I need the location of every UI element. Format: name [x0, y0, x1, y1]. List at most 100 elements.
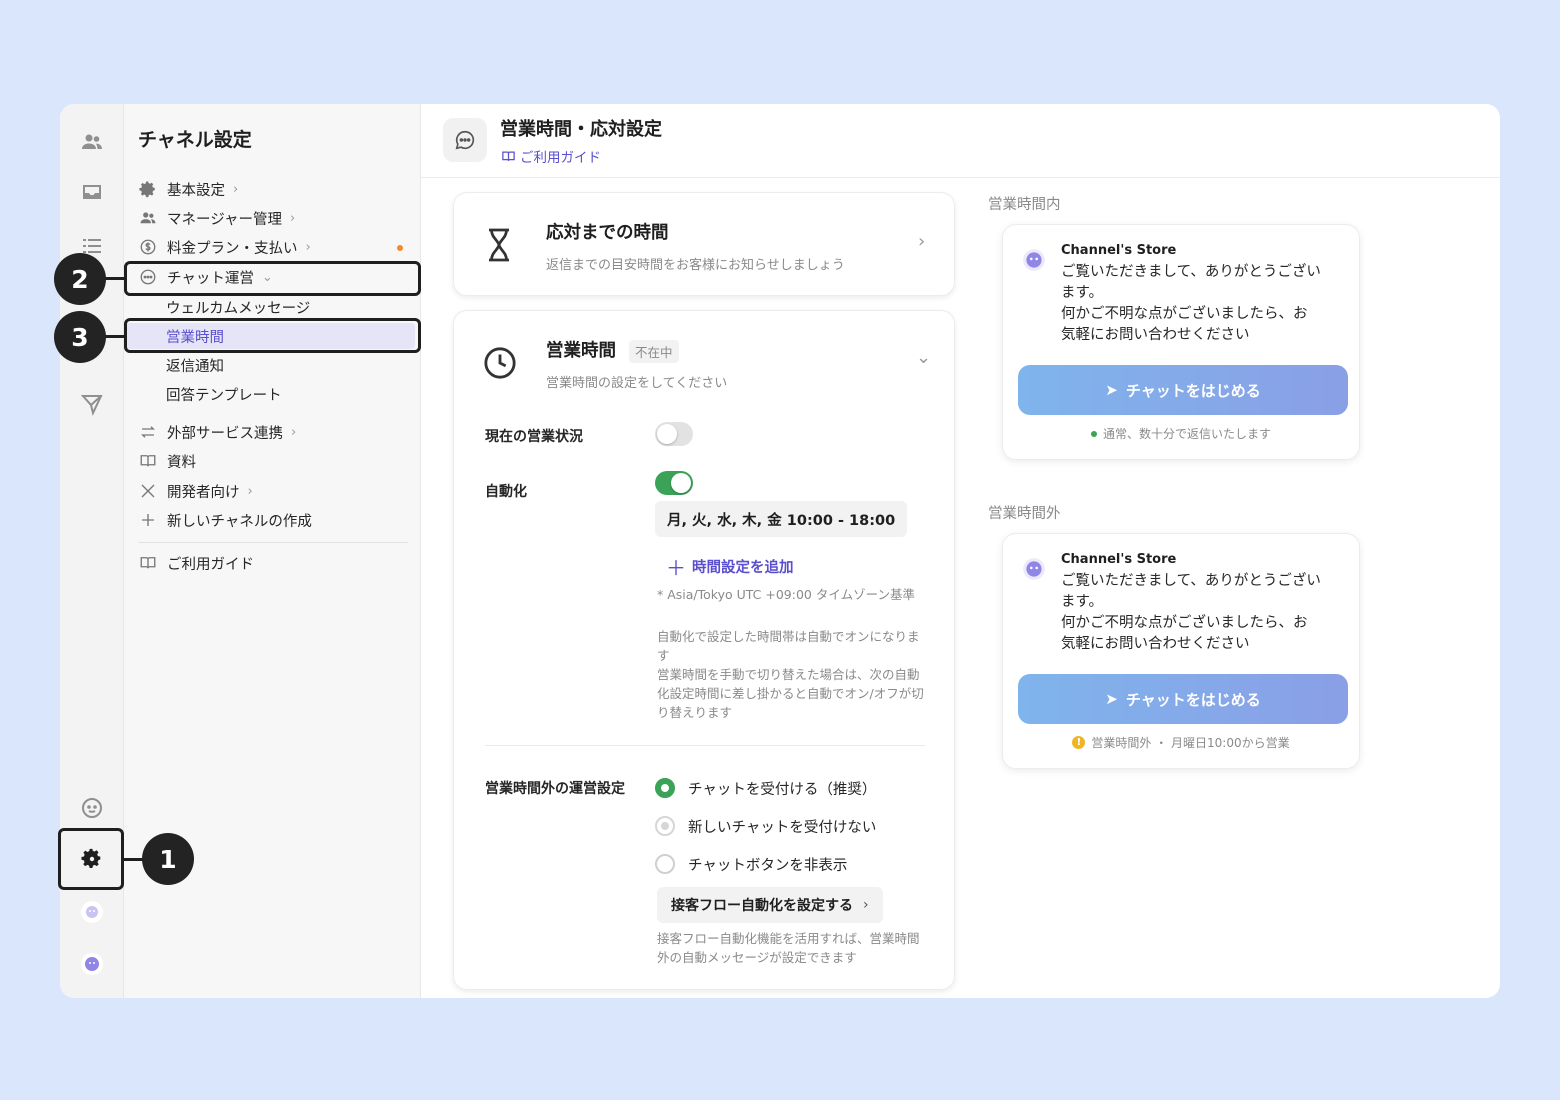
sidebar-item-basic-settings[interactable]: 基本設定 › [138, 176, 238, 202]
radio-button[interactable] [655, 778, 675, 798]
timezone-note: * Asia/Tokyo UTC +09:00 タイムゾーン基準 [657, 587, 915, 602]
callout-number-1: 1 [142, 833, 194, 885]
start-chat-button[interactable]: ➤ チャットをはじめる [1018, 365, 1348, 415]
sidebar-item-billing[interactable]: 料金プラン・支払い › [138, 234, 311, 260]
offhours-label: 営業時間外の運営設定 [485, 781, 625, 797]
start-chat-button[interactable]: ➤ チャットをはじめる [1018, 674, 1348, 724]
store-name: Channel's Store [1061, 243, 1177, 258]
book-icon [138, 451, 158, 471]
guide-link[interactable]: ご利用ガイド [501, 146, 601, 166]
reply-status-label: 通常、数十分で返信いたします [1102, 427, 1271, 441]
chevron-down-icon[interactable]: ⌄ [916, 347, 931, 368]
chevron-right-icon: › [305, 239, 311, 255]
option-label: 新しいチャットを受付けない [688, 819, 877, 836]
channel-avatar-icon[interactable] [76, 896, 108, 928]
chevron-right-icon: › [233, 181, 239, 197]
callout-connector [103, 277, 125, 280]
clock-icon [484, 347, 516, 379]
business-hours-card: 営業時間 不在中 営業時間の設定をしてください ⌄ 現在の営業状況 自動化 月,… [453, 310, 955, 990]
start-chat-label: チャットをはじめる [1125, 690, 1261, 709]
plus-icon: ＋ [666, 556, 686, 580]
automation-note: 自動化で設定した時間帯は自動でオンになります 営業時間を手動で切り替えた場合は、… [657, 629, 924, 720]
sidebar-item-label: 外部サービス連携 [167, 425, 283, 442]
store-name: Channel's Store [1061, 552, 1177, 567]
callout-box-business-hours [124, 318, 421, 353]
store-avatar-icon [1023, 558, 1045, 580]
store-avatar-icon [1023, 249, 1045, 271]
sidebar-item-label: 開発者向け [167, 484, 240, 501]
sidebar-sub-templates[interactable]: 回答テンプレート [166, 381, 282, 407]
automation-label: 自動化 [485, 484, 527, 500]
start-chat-label: チャットをはじめる [1125, 381, 1261, 400]
guide-link-label: ご利用ガイド [520, 150, 601, 166]
callout-box-settings [58, 828, 124, 890]
notification-dot [397, 245, 403, 251]
sidebar-item-manager[interactable]: マネージャー管理 › [138, 205, 295, 231]
welcome-message: ご覧いただきまして、ありがとうございます。 何かご不明な点がございましたら、お気… [1061, 573, 1321, 652]
welcome-message: ご覧いただきまして、ありがとうございます。 何かご不明な点がございましたら、お気… [1061, 264, 1321, 343]
chat-bubble-icon [443, 118, 487, 162]
inbox-icon[interactable] [76, 176, 108, 208]
sidebar-title: チャネル設定 [138, 129, 252, 151]
add-time-label: 時間設定を追加 [692, 560, 794, 576]
section-divider [485, 745, 925, 746]
chevron-right-icon: › [863, 897, 869, 913]
sidebar-item-label: 基本設定 [167, 182, 225, 199]
in-hours-preview: Channel's Store ご覧いただきまして、ありがとうございます。 何か… [1002, 224, 1360, 460]
flow-button-label: 接客フロー自動化を設定する [671, 898, 853, 914]
plus-icon [138, 510, 158, 530]
app-window: チャネル設定 基本設定 › マネージャー管理 › 料金プラン・支払い › チャッ… [60, 104, 1500, 998]
business-hours-subtitle: 営業時間の設定をしてください [546, 376, 728, 391]
chevron-right-icon: › [247, 483, 253, 499]
sidebar-item-new-channel[interactable]: 新しいチャネルの作成 [138, 507, 312, 533]
add-time-button[interactable]: ＋ 時間設定を追加 [666, 552, 794, 581]
book-icon [138, 553, 158, 573]
option-label: チャットを受付ける（推奨） [688, 781, 877, 798]
sidebar-item-label: 資料 [167, 454, 196, 471]
dollar-icon [138, 237, 158, 257]
option-reject-new-chat[interactable]: 新しいチャットを受付けない [655, 814, 876, 838]
out-hours-preview: Channel's Store ご覧いただきまして、ありがとうございます。 何か… [1002, 533, 1360, 769]
current-status-toggle[interactable] [655, 422, 693, 446]
flow-note: 接客フロー自動化機能を活用すれば、営業時間外の自動メッセージが設定できます [657, 931, 920, 965]
chevron-right-icon: › [291, 424, 297, 440]
callout-number-3: 3 [54, 311, 106, 363]
flow-automation-button[interactable]: 接客フロー自動化を設定する › [657, 887, 883, 923]
sidebar-item-developers[interactable]: 開発者向け › [138, 478, 253, 504]
out-hours-label: 営業時間外 [988, 506, 1061, 522]
warning-icon: ! [1072, 736, 1086, 749]
automation-toggle[interactable] [655, 471, 693, 495]
callout-number-2: 2 [54, 253, 106, 305]
send-icon[interactable] [76, 388, 108, 420]
status-badge: 不在中 [629, 340, 679, 363]
sidebar-item-documents[interactable]: 資料 [138, 448, 196, 474]
sidebar-item-integrations[interactable]: 外部サービス連携 › [138, 419, 296, 445]
radio-button[interactable] [655, 816, 675, 836]
profile-avatar-icon[interactable] [76, 948, 108, 980]
chevron-right-icon: › [918, 231, 926, 252]
smiley-chat-icon[interactable] [76, 792, 108, 824]
sidebar-item-label: ご利用ガイド [167, 556, 254, 573]
callout-box-chat-operation [124, 261, 421, 296]
radio-button[interactable] [655, 854, 675, 874]
business-hours-title: 営業時間 [546, 341, 616, 361]
sidebar-item-guide[interactable]: ご利用ガイド [138, 550, 254, 576]
hourglass-icon [489, 228, 509, 262]
sidebar-item-label: 料金プラン・支払い [167, 240, 298, 257]
swap-icon [138, 422, 158, 442]
response-time-card[interactable]: 応対までの時間 返信までの目安時間をお客様にお知らせしましょう › [453, 192, 955, 296]
option-label: チャットボタンを非表示 [688, 857, 848, 874]
response-time-title: 応対までの時間 [546, 223, 669, 243]
sidebar-sub-welcome[interactable]: ウェルカムメッセージ [166, 294, 310, 320]
option-accept-chat[interactable]: チャットを受付ける（推奨） [655, 776, 876, 800]
option-hide-button[interactable]: チャットボタンを非表示 [655, 852, 847, 876]
send-icon: ➤ [1105, 381, 1118, 399]
callout-connector [103, 335, 125, 338]
sidebar-divider [138, 542, 408, 543]
team-chat-icon[interactable] [76, 126, 108, 158]
in-hours-label: 営業時間内 [988, 197, 1061, 213]
sidebar-sub-reply-notify[interactable]: 返信通知 [166, 352, 224, 378]
offhours-status: ! 営業時間外 ・ 月曜日10:00から営業 [1003, 734, 1359, 751]
schedule-chip[interactable]: 月, 火, 水, 木, 金 10:00 - 18:00 [655, 501, 908, 537]
response-time-subtitle: 返信までの目安時間をお客様にお知らせしましょう [546, 258, 845, 273]
